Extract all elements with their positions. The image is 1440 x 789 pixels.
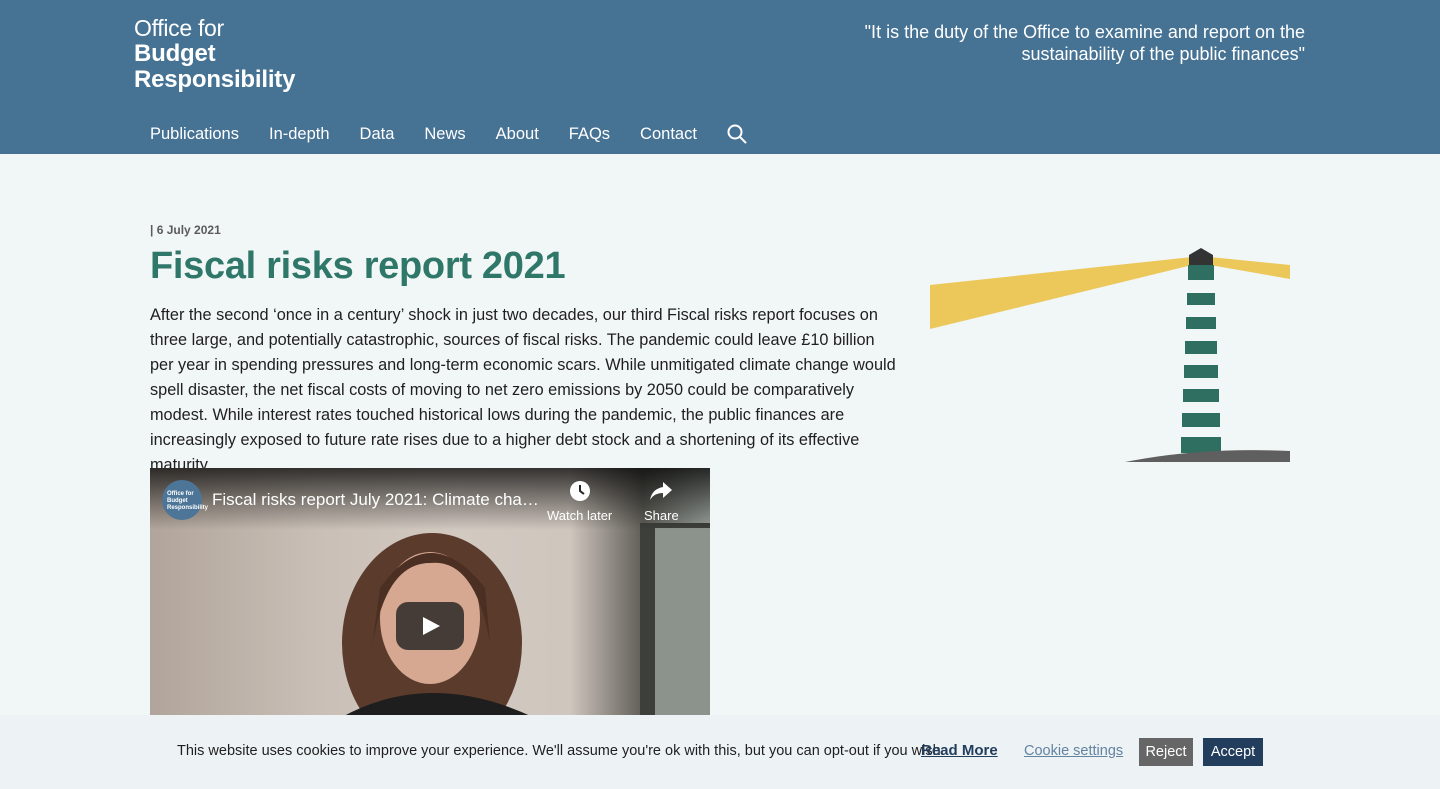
nav-news[interactable]: News — [424, 125, 465, 144]
page-title: Fiscal risks report 2021 — [150, 245, 566, 287]
channel-avatar-line-1: Office for — [167, 491, 194, 497]
publication-date: | 6 July 2021 — [150, 223, 221, 237]
video-title[interactable]: Fiscal risks report July 2021: Climate c… — [212, 490, 542, 510]
header-quote: "It is the duty of the Office to examine… — [864, 22, 1305, 64]
site-header: Office for Budget Responsibility "It is … — [0, 0, 1440, 154]
article-lead: After the second ‘once in a century’ sho… — [150, 306, 896, 474]
lighthouse-illustration — [930, 248, 1290, 462]
reject-button[interactable]: Reject — [1139, 738, 1193, 766]
channel-avatar-line-2: Budget — [167, 498, 188, 504]
search-icon[interactable] — [727, 124, 747, 144]
embedded-video[interactable]: Office for Budget Responsibility Fiscal … — [150, 468, 710, 718]
nav-data[interactable]: Data — [360, 125, 395, 144]
main-nav: Publications In-depth Data News About FA… — [150, 122, 747, 146]
share-icon — [650, 482, 673, 500]
nav-about[interactable]: About — [496, 125, 539, 144]
channel-avatar-line-3: Responsibility — [167, 505, 209, 511]
nav-contact[interactable]: Contact — [640, 125, 697, 144]
read-more-link[interactable]: Read More — [921, 742, 998, 759]
channel-avatar[interactable]: Office for Budget Responsibility — [162, 480, 208, 520]
logo-line-3: Responsibility — [134, 66, 296, 93]
play-button[interactable] — [396, 602, 464, 650]
nav-faqs[interactable]: FAQs — [569, 125, 610, 144]
logo-line-1: Office for — [134, 15, 224, 41]
cookie-banner: This website uses cookies to improve you… — [0, 715, 1440, 789]
clock-icon — [569, 481, 590, 501]
cookie-settings-link[interactable]: Cookie settings — [1024, 743, 1123, 759]
watch-later-label: Watch later — [547, 508, 613, 523]
share-button[interactable]: Share — [644, 480, 679, 523]
logo-line-2: Budget — [134, 40, 216, 67]
cookie-message: This website uses cookies to improve you… — [177, 743, 945, 759]
share-label: Share — [644, 508, 679, 523]
accept-button[interactable]: Accept — [1203, 738, 1263, 766]
nav-publications[interactable]: Publications — [150, 125, 239, 144]
watch-later-button[interactable]: Watch later — [547, 480, 612, 523]
site-logo[interactable]: Office for Budget Responsibility — [134, 17, 295, 92]
nav-in-depth[interactable]: In-depth — [269, 125, 330, 144]
